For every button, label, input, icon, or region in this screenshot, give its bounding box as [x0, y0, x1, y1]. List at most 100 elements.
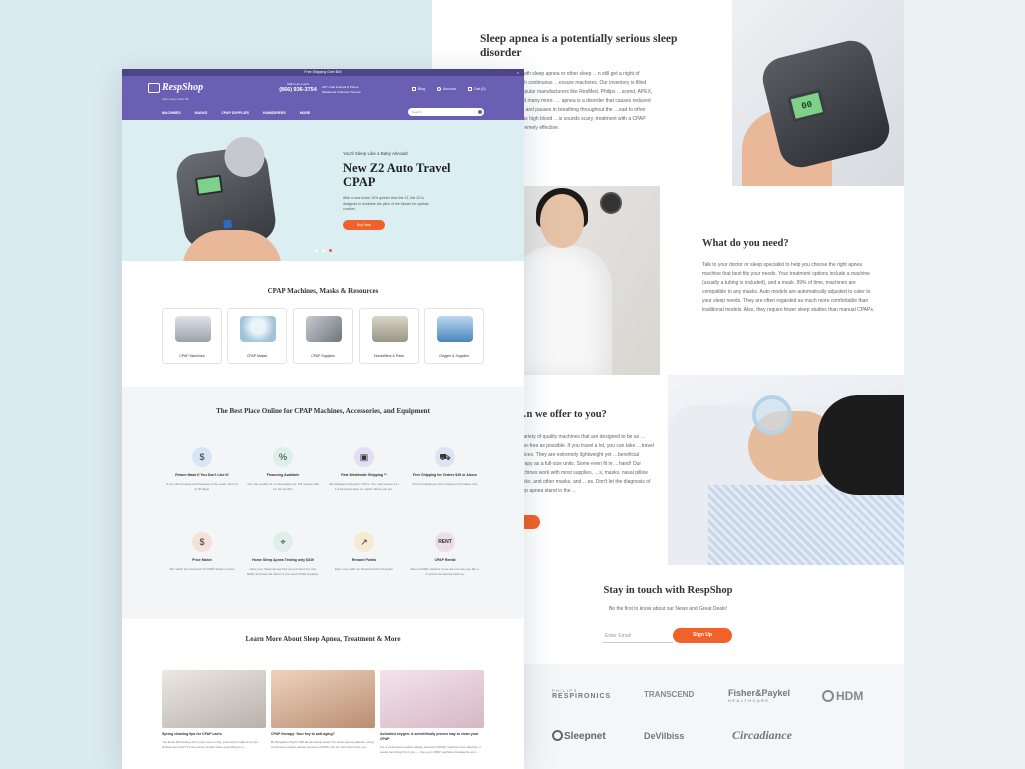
brand-respironics-label: RESPIRONICS — [552, 693, 612, 700]
feature-home-testing: ⌖ Home Sleep Apnea Testing only $349 Hav… — [247, 532, 319, 576]
feature-title: Reward Points — [351, 558, 377, 562]
nav-cpap-supplies[interactable]: CPAP SUPPLIES — [221, 111, 249, 115]
blog-post-image — [162, 670, 266, 728]
cart-icon — [467, 87, 472, 91]
blog-label: Blog — [418, 87, 426, 91]
feature-return-mask: $ Return Mask if You Don't Like It! If y… — [166, 447, 238, 491]
blog-post-title[interactable]: Activated oxygen: A scientifically prove… — [380, 732, 484, 742]
promo-text: Free Shipping Over $49 — [304, 70, 342, 74]
device-button — [223, 219, 233, 229]
feature-title: Home Sleep Apnea Testing only $349 — [252, 558, 314, 562]
needs-title: What do you need? — [702, 238, 789, 249]
blog-icon — [412, 87, 416, 91]
nav-machines[interactable]: MACHINES — [162, 111, 181, 115]
account-label: Account — [443, 87, 456, 91]
carousel-dot-active[interactable] — [329, 249, 332, 252]
blog-post[interactable]: Activated oxygen: A scientifically prove… — [380, 670, 484, 754]
hero-body: With a new motor 10% quieter than the Z1… — [343, 196, 429, 211]
rent-icon: RENT — [435, 532, 455, 552]
cart-link[interactable]: Cart (0) — [467, 87, 486, 91]
device-cap — [221, 134, 268, 180]
sleeping-patient-photo — [668, 375, 904, 565]
category-card-humidifiers[interactable]: Humidifiers & Parts — [359, 308, 419, 364]
offer-body: …variety of quality machines that are de… — [516, 434, 654, 494]
offer-title: …n we offer to you? — [516, 409, 607, 420]
feature-price-match: $ Price Match We match any licensed US C… — [166, 532, 238, 572]
sleepnet-logo-icon — [552, 730, 563, 741]
blog-post-title[interactable]: CPAP therapy: Your key to anti-aging? — [271, 732, 375, 737]
signup-button[interactable]: Sign Up — [673, 628, 732, 643]
main-nav: MACHINES MASKS CPAP SUPPLIES HUMIDIFIERS… — [122, 107, 524, 120]
cpap-supplies-image — [306, 316, 342, 342]
account-link[interactable]: Account — [437, 87, 456, 91]
blog-post-image — [271, 670, 375, 728]
brand-sleepnet: Sleepnet — [552, 730, 606, 742]
nav-humidifiers[interactable]: HUMIDIFIERS — [263, 111, 286, 115]
feature-title: Free Shipping for Orders $49 or Above — [412, 473, 478, 477]
brand-hdm-label: HDM — [836, 689, 864, 703]
logo-icon — [148, 83, 160, 93]
feature-body: Ground shipping to 48 contiguous US stat… — [412, 482, 478, 486]
feature-fast-shipping: ▣ Fast Worldwide Shipping ** All package… — [328, 447, 400, 491]
feature-title: Fast Worldwide Shipping ** — [341, 473, 387, 477]
category-card-cpap-masks[interactable]: CPAP Masks — [227, 308, 287, 364]
blog-post-title[interactable]: Spring cleaning tips for CPAP users — [162, 732, 266, 737]
header-links: Blog Account Cart (0) — [412, 87, 486, 91]
brand-fisher-paykel-label: Fisher&Paykel — [728, 688, 791, 698]
site-header: RespShop better sleep, better life Talk … — [122, 76, 524, 107]
feature-title: Financing Available — [266, 473, 300, 477]
account-icon — [437, 87, 442, 91]
needs-body: Talk to your doctor or sleep specialist … — [702, 262, 875, 313]
phone-number: (866) 936-3754 — [279, 87, 317, 93]
feature-title: CPAP Rental — [434, 558, 456, 562]
nav-masks[interactable]: MASKS — [195, 111, 208, 115]
brand-transcend: TRANSCEND — [644, 690, 695, 699]
hero-kicker: You'll Sleep Like a Baby Abroad! — [343, 151, 408, 156]
blog-post-image — [380, 670, 484, 728]
hdm-logo-icon — [822, 690, 834, 702]
blog-post-excerpt: For a continuous positive airway pressur… — [380, 745, 481, 754]
intro-title: Sleep apnea is a potentially serious sle… — [480, 33, 678, 59]
category-card-cpap-supplies[interactable]: CPAP Supplies — [293, 308, 353, 364]
category-card-oxygen[interactable]: Oxygen & Supplies — [424, 308, 484, 364]
search-icon[interactable] — [478, 110, 482, 114]
brand-hdm: HDM — [822, 689, 863, 703]
humidifier-image — [372, 316, 408, 342]
feature-body: Rent a CPAP machine if you are not sure … — [410, 567, 480, 576]
feature-body: Have your Sleep Apnea Test at your home … — [247, 567, 319, 576]
blog-link[interactable]: Blog — [412, 87, 425, 91]
device-screen-small — [194, 174, 224, 196]
category-card-cpap-machines[interactable]: CPAP Machines — [162, 308, 222, 364]
carousel-dots — [315, 249, 332, 252]
patient-hair — [818, 395, 904, 495]
close-icon[interactable]: × — [517, 69, 519, 76]
buy-now-button[interactable]: Buy Now — [343, 220, 385, 230]
blog-post[interactable]: Spring cleaning tips for CPAP users You … — [162, 670, 266, 749]
cpap-machine-image — [175, 316, 211, 342]
newsletter-email-input[interactable]: Enter Email — [603, 629, 673, 643]
device-photo: 00 — [732, 0, 904, 186]
search-input[interactable]: Search — [408, 108, 484, 116]
site-logo[interactable]: RespShop better sleep, better life — [148, 83, 203, 104]
feature-body: You may qualify for no downpayment, 0% i… — [247, 482, 319, 491]
feature-financing: % Financing Available You may qualify fo… — [247, 447, 319, 491]
brand-devilbiss: DeVilbiss — [644, 731, 685, 741]
respshop-homepage: Free Shipping Over $49 × RespShop better… — [122, 69, 524, 769]
hero-title: New Z2 Auto Travel CPAP — [343, 161, 451, 189]
category-label: CPAP Masks — [246, 354, 268, 358]
brand-circadiance: Circadiance — [732, 728, 792, 742]
chart-icon: ↗ — [354, 532, 374, 552]
phone-block[interactable]: Talk to an expert (866) 936-3754 — [278, 82, 318, 93]
feature-body: We match any licensed US CPAP dealers' p… — [169, 567, 235, 571]
carousel-dot[interactable] — [322, 249, 325, 252]
location-pin-icon: ⌖ — [273, 532, 293, 552]
nav-more[interactable]: MORE — [300, 111, 311, 115]
brand-tagline: better sleep, better life — [162, 97, 189, 101]
patient-shirt — [708, 485, 904, 565]
feature-free-shipping: ⛟ Free Shipping for Orders $49 or Above … — [409, 447, 481, 487]
feature-title: Price Match — [192, 558, 212, 562]
blog-post[interactable]: CPAP therapy: Your key to anti-aging? By… — [271, 670, 375, 749]
doctor-coat — [512, 246, 612, 375]
price-tag-icon: $ — [192, 532, 212, 552]
carousel-dot[interactable] — [315, 249, 318, 252]
